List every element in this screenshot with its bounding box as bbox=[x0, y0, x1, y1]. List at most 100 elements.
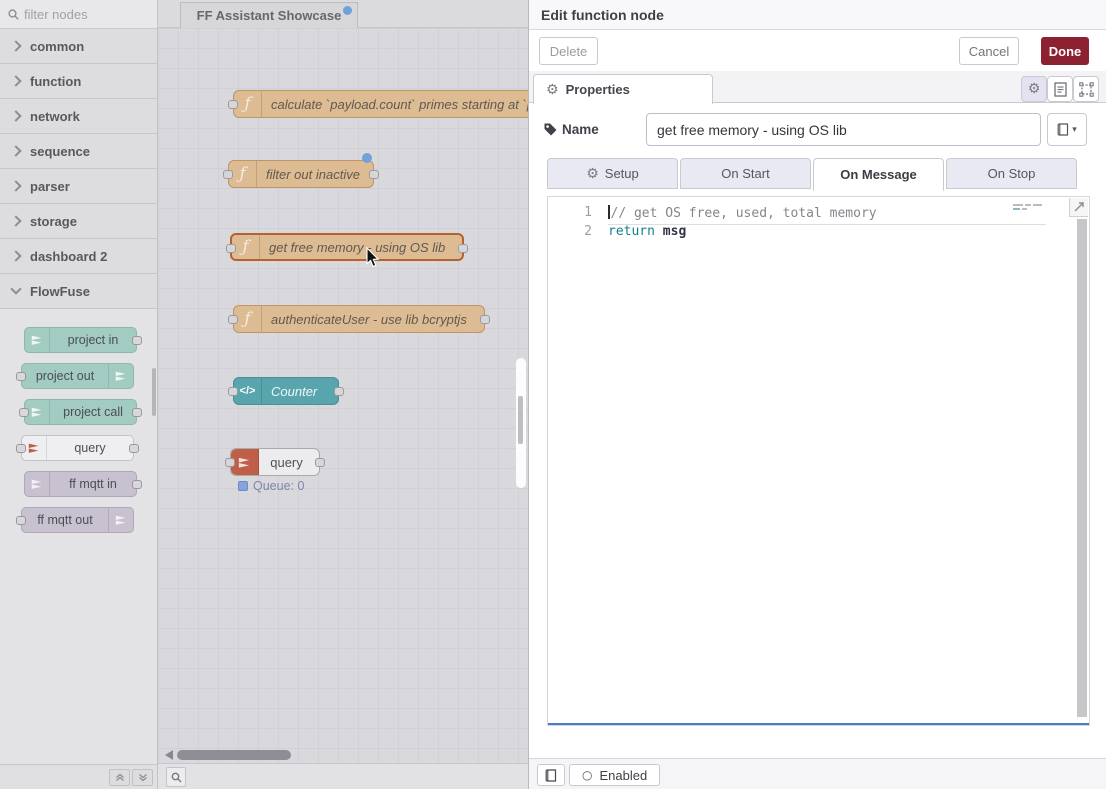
flow-canvas[interactable]: ƒ calculate `payload.count` primes start… bbox=[158, 28, 528, 764]
editor-minimap[interactable] bbox=[1013, 203, 1049, 215]
library-button[interactable]: ▾ bbox=[1047, 113, 1087, 146]
function-node-authenticate-user[interactable]: ƒ authenticateUser - use lib bcryptjs bbox=[233, 305, 485, 333]
expand-all-button[interactable] bbox=[132, 769, 153, 786]
palette-category-parser[interactable]: parser bbox=[0, 169, 157, 204]
input-port[interactable] bbox=[228, 315, 238, 324]
category-label: storage bbox=[30, 214, 77, 229]
palette-category-storage[interactable]: storage bbox=[0, 204, 157, 239]
double-chevron-up-icon bbox=[115, 773, 125, 782]
node-label: filter out inactive bbox=[257, 161, 373, 187]
appearance-view-button[interactable] bbox=[1073, 76, 1099, 102]
node-label: calculate `payload.count` primes startin… bbox=[262, 91, 528, 117]
output-port bbox=[132, 408, 142, 417]
input-port[interactable] bbox=[223, 170, 233, 179]
input-port bbox=[16, 444, 26, 453]
scrollbar-thumb[interactable] bbox=[177, 750, 291, 760]
code-editor[interactable]: 1 2 // get OS free, used, total memory r… bbox=[547, 196, 1090, 726]
canvas-horizontal-scrollbar bbox=[158, 749, 528, 761]
function-icon: ƒ bbox=[232, 235, 260, 259]
scrollbar-thumb[interactable] bbox=[518, 396, 523, 444]
input-port[interactable] bbox=[228, 100, 238, 109]
tab-properties[interactable]: ⚙ Properties bbox=[533, 74, 713, 104]
output-port[interactable] bbox=[458, 244, 468, 253]
tab-label: Properties bbox=[566, 82, 630, 97]
category-label: common bbox=[30, 39, 84, 54]
output-port[interactable] bbox=[480, 315, 490, 324]
tab-on-message[interactable]: On Message bbox=[813, 158, 944, 191]
editor-scrollbar-thumb[interactable] bbox=[1077, 219, 1087, 717]
palette-category-network[interactable]: network bbox=[0, 99, 157, 134]
line-number: 2 bbox=[548, 224, 592, 239]
tab-on-start[interactable]: On Start bbox=[680, 158, 811, 189]
output-port[interactable] bbox=[315, 458, 325, 467]
output-port[interactable] bbox=[369, 170, 379, 179]
canvas-vertical-scrollbar[interactable] bbox=[516, 358, 526, 488]
palette-category-common[interactable]: common bbox=[0, 29, 157, 64]
palette-category-dashboard-2[interactable]: dashboard 2 bbox=[0, 239, 157, 274]
name-input[interactable] bbox=[646, 113, 1041, 146]
editor-tab-row: ⚙ Properties ⚙ bbox=[529, 71, 1106, 103]
category-label: parser bbox=[30, 179, 70, 194]
node-label: Counter bbox=[262, 378, 338, 404]
function-icon: ƒ bbox=[234, 306, 262, 332]
palette-category-function[interactable]: function bbox=[0, 64, 157, 99]
input-port bbox=[16, 516, 26, 525]
input-port[interactable] bbox=[228, 387, 238, 396]
search-icon bbox=[171, 772, 182, 783]
description-view-button[interactable] bbox=[1047, 76, 1073, 102]
palette-node-ff-mqtt-in[interactable]: ff mqtt in bbox=[24, 471, 137, 497]
edit-node-panel: Edit function node Delete Cancel Done ⚙ … bbox=[528, 0, 1106, 789]
palette-scrollbar-thumb[interactable] bbox=[152, 368, 156, 416]
output-port bbox=[132, 336, 142, 345]
query-node[interactable]: query bbox=[230, 448, 320, 476]
function-node-calculate-primes[interactable]: ƒ calculate `payload.count` primes start… bbox=[233, 90, 528, 118]
properties-view-button[interactable]: ⚙ bbox=[1021, 76, 1047, 102]
input-port bbox=[19, 408, 29, 417]
chevron-right-icon bbox=[10, 110, 21, 121]
node-edit-form: Name ▾ ⚙ Setup On Start bbox=[529, 103, 1106, 758]
panel-header: Edit function node bbox=[529, 0, 1106, 30]
palette-filter-input[interactable] bbox=[24, 7, 134, 22]
palette-category-sequence[interactable]: sequence bbox=[0, 134, 157, 169]
code-comment: // get OS free, used, total memory bbox=[611, 206, 877, 221]
appearance-icon bbox=[1079, 82, 1094, 97]
delete-button[interactable]: Delete bbox=[539, 37, 598, 65]
palette-node-ff-mqtt-out[interactable]: ff mqtt out bbox=[21, 507, 134, 533]
panel-title: Edit function node bbox=[541, 7, 664, 23]
palette-node-label: project call bbox=[50, 400, 136, 424]
palette-category-flowfuse[interactable]: FlowFuse bbox=[0, 274, 157, 309]
flow-tab-bar: FF Assistant Showcase bbox=[158, 0, 528, 28]
input-port[interactable] bbox=[226, 244, 236, 253]
mouse-cursor-icon bbox=[366, 247, 381, 269]
enabled-toggle-button[interactable]: ○ Enabled bbox=[569, 764, 660, 786]
palette-node-project-call[interactable]: project call bbox=[24, 399, 137, 425]
function-node-filter-out-inactive[interactable]: ƒ filter out inactive bbox=[228, 160, 374, 188]
done-button[interactable]: Done bbox=[1041, 37, 1089, 65]
palette-node-label: project in bbox=[50, 328, 136, 352]
flow-tab[interactable]: FF Assistant Showcase bbox=[180, 2, 358, 28]
text-cursor bbox=[608, 205, 610, 219]
chevron-right-icon bbox=[10, 215, 21, 226]
category-label: FlowFuse bbox=[30, 284, 90, 299]
palette-node-query[interactable]: query bbox=[21, 435, 134, 461]
palette-node-project-out[interactable]: project out bbox=[21, 363, 134, 389]
palette-node-project-in[interactable]: project in bbox=[24, 327, 137, 353]
collapse-all-button[interactable] bbox=[109, 769, 130, 786]
cancel-button[interactable]: Cancel bbox=[959, 37, 1019, 65]
tab-setup[interactable]: ⚙ Setup bbox=[547, 158, 678, 189]
flowfuse-logo-icon bbox=[25, 328, 50, 352]
library-export-button[interactable] bbox=[537, 764, 565, 786]
category-label: network bbox=[30, 109, 80, 124]
category-label: dashboard 2 bbox=[30, 249, 107, 264]
search-flows-button[interactable] bbox=[166, 767, 186, 787]
expand-editor-button[interactable] bbox=[1069, 198, 1088, 217]
input-port[interactable] bbox=[225, 458, 235, 467]
function-node-get-free-memory[interactable]: ƒ get free memory - using OS lib bbox=[230, 233, 464, 261]
template-node-counter[interactable]: </> Counter bbox=[233, 377, 339, 405]
flowfuse-logo-icon bbox=[108, 364, 133, 388]
input-port bbox=[16, 372, 26, 381]
scroll-left-arrow-icon[interactable] bbox=[165, 750, 173, 760]
output-port[interactable] bbox=[334, 387, 344, 396]
name-field-row: Name ▾ bbox=[529, 113, 1106, 147]
tab-on-stop[interactable]: On Stop bbox=[946, 158, 1077, 189]
